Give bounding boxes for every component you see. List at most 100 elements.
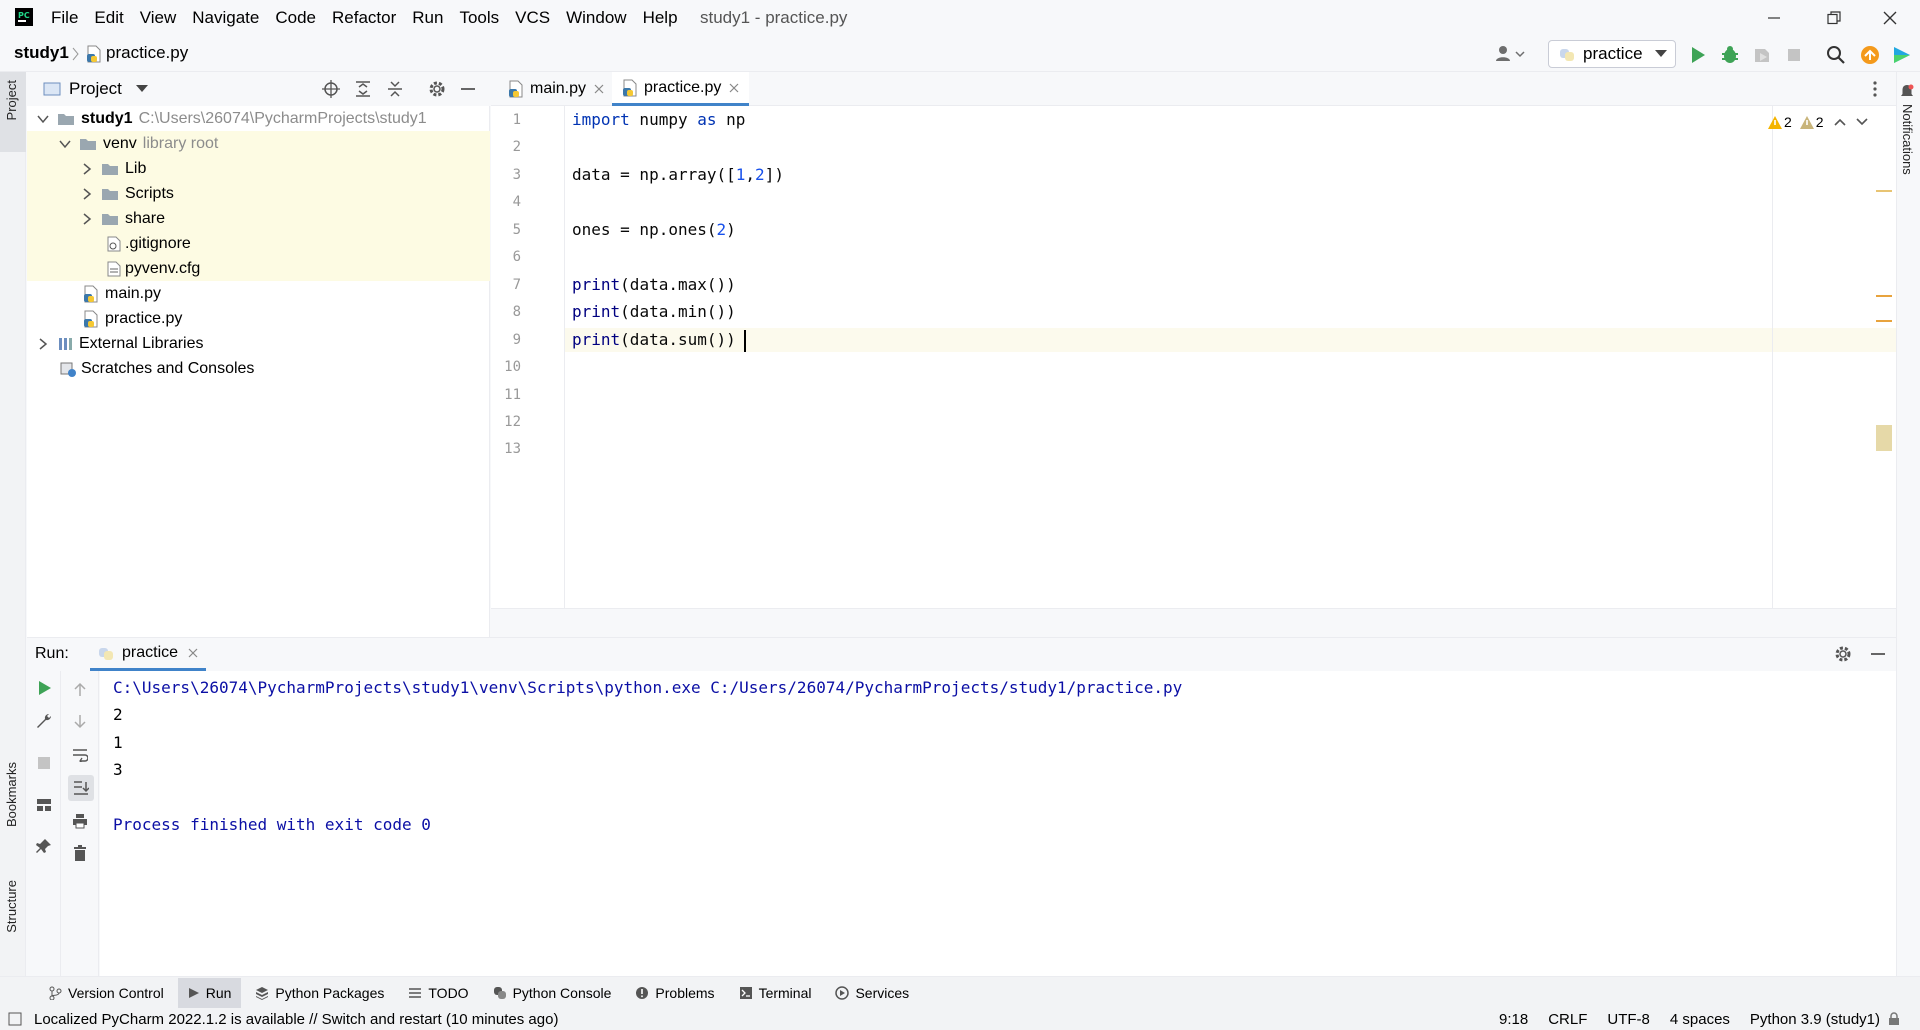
minimize-button[interactable] <box>1746 0 1802 36</box>
close-window-button[interactable] <box>1862 0 1918 36</box>
error-stripe-mark[interactable] <box>1876 320 1892 322</box>
code-with-me-icon[interactable] <box>1494 44 1526 64</box>
restore-button[interactable] <box>1806 0 1862 36</box>
version-control-tool[interactable]: Version Control <box>38 978 174 1008</box>
close-tab-icon[interactable] <box>594 84 604 94</box>
pin-tab-button[interactable] <box>36 838 52 854</box>
python-file-icon <box>84 285 98 302</box>
menu-window[interactable]: Window <box>563 8 629 28</box>
error-stripe-mark[interactable] <box>1876 295 1892 297</box>
menu-help[interactable]: Help <box>640 8 681 28</box>
coverage-button[interactable] <box>1752 45 1772 65</box>
hide-run-panel-button[interactable] <box>1870 645 1886 663</box>
menu-file[interactable]: File <box>48 8 81 28</box>
hide-panel-icon[interactable] <box>460 80 476 98</box>
collapse-all-icon[interactable] <box>386 80 404 98</box>
project-tool-button[interactable]: Project <box>0 72 26 152</box>
todo-tool[interactable]: TODO <box>398 978 478 1008</box>
tree-row-lib[interactable]: Lib <box>27 156 490 181</box>
soft-wrap-button[interactable] <box>72 748 88 762</box>
chevron-right-icon[interactable] <box>81 162 93 175</box>
project-tool-label: Project <box>4 80 19 121</box>
project-panel-title[interactable]: Project <box>69 79 122 99</box>
hide-panel-icon <box>1871 653 1885 655</box>
python-console-tool[interactable]: Python Console <box>483 978 622 1008</box>
jetbrains-toolbox-icon[interactable] <box>1892 45 1912 65</box>
editor-scroll-thumb[interactable] <box>1876 425 1892 451</box>
menu-edit[interactable]: Edit <box>91 8 126 28</box>
run-tool[interactable]: Run <box>177 977 242 1008</box>
expand-all-icon[interactable] <box>354 80 372 98</box>
menu-view[interactable]: View <box>137 8 180 28</box>
status-message[interactable]: Localized PyCharm 2022.1.2 is available … <box>34 1011 558 1028</box>
chevron-down-icon[interactable] <box>1856 118 1868 126</box>
tree-row-gitignore[interactable]: .gitignore <box>27 231 490 256</box>
tree-row-scripts[interactable]: Scripts <box>27 181 490 206</box>
inspection-widget[interactable]: 2 2 <box>1768 114 1868 130</box>
error-stripe-mark[interactable] <box>1876 190 1892 192</box>
tree-row-study1[interactable]: study1 C:\Users\26074\PycharmProjects\st… <box>27 106 490 131</box>
menu-tools[interactable]: Tools <box>456 8 502 28</box>
layout-button[interactable] <box>36 797 52 813</box>
menu-run[interactable]: Run <box>409 8 446 28</box>
chevron-right-icon[interactable] <box>81 187 93 200</box>
chevron-down-icon[interactable] <box>59 138 71 150</box>
chevron-down-icon[interactable] <box>37 113 49 125</box>
scroll-to-end-button[interactable] <box>68 775 94 801</box>
tab-main-py[interactable]: main.py <box>498 72 614 106</box>
rerun-button[interactable] <box>36 680 52 696</box>
run-button[interactable] <box>1688 45 1708 65</box>
line-separator[interactable]: CRLF <box>1548 1011 1587 1028</box>
close-tab-icon[interactable] <box>729 83 739 93</box>
panel-toggle-icon[interactable] <box>8 1012 22 1026</box>
locate-file-icon[interactable] <box>321 80 340 98</box>
run-settings-button[interactable] <box>1834 645 1852 663</box>
tab-options-icon[interactable] <box>1872 80 1878 98</box>
breadcrumb-file[interactable]: practice.py <box>106 36 188 70</box>
breadcrumb-project[interactable]: study1 <box>14 36 69 70</box>
tree-row-pyvenv-cfg[interactable]: pyvenv.cfg <box>27 256 490 281</box>
tab-practice-py[interactable]: practice.py <box>612 72 750 106</box>
python-interpreter[interactable]: Python 3.9 (study1) <box>1750 1011 1880 1028</box>
problems-tool[interactable]: Problems <box>625 978 724 1008</box>
updates-button[interactable] <box>1860 45 1880 65</box>
services-tool[interactable]: Services <box>825 978 919 1008</box>
tree-row-practice-py[interactable]: practice.py <box>27 306 490 331</box>
caret-position[interactable]: 9:18 <box>1499 1011 1528 1028</box>
tree-row-main-py[interactable]: main.py <box>27 281 490 306</box>
search-everywhere-button[interactable] <box>1826 45 1846 65</box>
structure-tool-button[interactable]: Structure <box>4 880 19 933</box>
stop-button[interactable] <box>1784 45 1804 65</box>
scroll-down-button[interactable] <box>73 715 87 729</box>
chevron-down-icon[interactable] <box>135 85 148 93</box>
menu-code[interactable]: Code <box>272 8 319 28</box>
close-tab-icon[interactable] <box>188 648 198 658</box>
lock-icon[interactable] <box>1888 1012 1900 1026</box>
stop-run-button[interactable] <box>36 755 52 771</box>
python-packages-tool[interactable]: Python Packages <box>245 978 394 1008</box>
notifications-tool-button[interactable]: Notifications <box>1900 84 1915 175</box>
tree-row-scratches[interactable]: Scratches and Consoles <box>27 356 490 381</box>
chevron-up-icon[interactable] <box>1834 118 1846 126</box>
bookmarks-tool-button[interactable]: Bookmarks <box>4 762 19 827</box>
tree-row-venv[interactable]: venv library root <box>27 131 490 156</box>
breadcrumb-separator-icon <box>72 47 80 61</box>
chevron-right-icon[interactable] <box>37 337 49 350</box>
menu-vcs[interactable]: VCS <box>512 8 553 28</box>
debug-button[interactable] <box>1720 45 1740 65</box>
terminal-tool[interactable]: Terminal <box>729 978 822 1008</box>
menu-navigate[interactable]: Navigate <box>189 8 262 28</box>
indent-setting[interactable]: 4 spaces <box>1670 1011 1730 1028</box>
clear-console-button[interactable] <box>72 845 88 861</box>
scroll-up-button[interactable] <box>73 682 87 696</box>
chevron-right-icon[interactable] <box>81 212 93 225</box>
run-tab-practice[interactable]: practice <box>90 637 207 671</box>
tree-row-share[interactable]: share <box>27 206 490 231</box>
file-encoding[interactable]: UTF-8 <box>1607 1011 1650 1028</box>
run-configuration-select[interactable]: practice <box>1548 40 1676 68</box>
edit-config-button[interactable] <box>36 713 52 729</box>
gear-icon[interactable] <box>428 80 446 98</box>
tree-row-external-libraries[interactable]: External Libraries <box>27 331 490 356</box>
menu-refactor[interactable]: Refactor <box>329 8 399 28</box>
print-button[interactable] <box>72 813 88 829</box>
